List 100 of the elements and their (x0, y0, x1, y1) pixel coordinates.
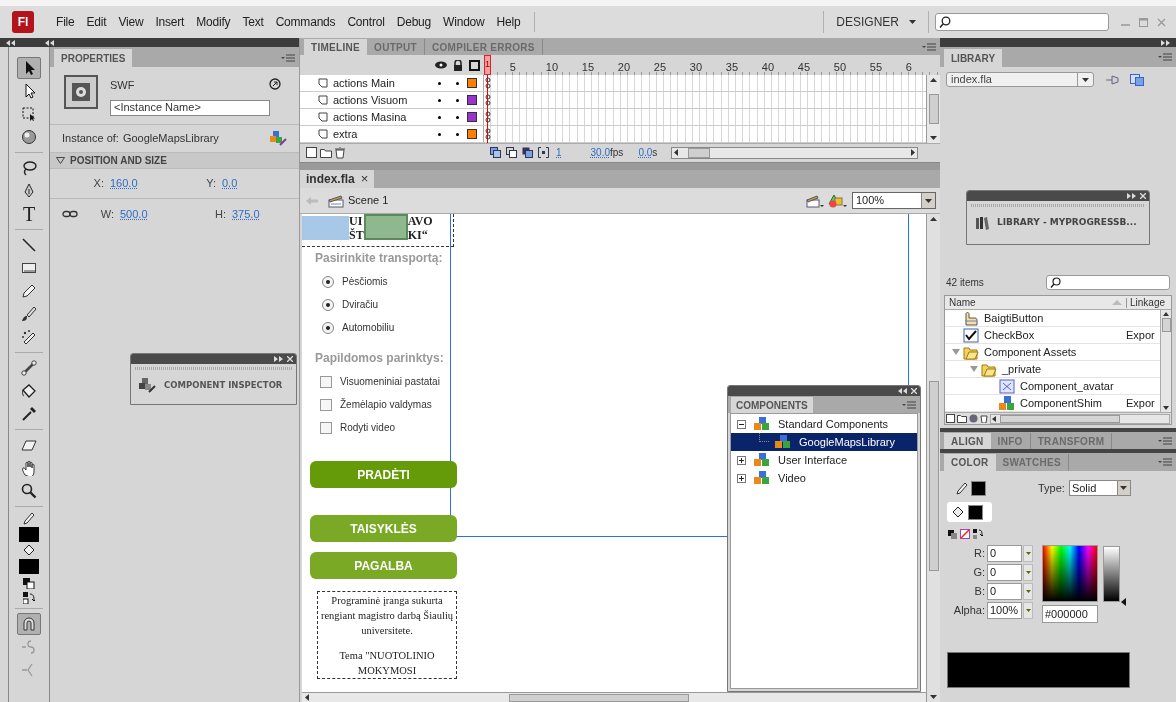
default-colors-icon[interactable] (23, 578, 35, 589)
menu-item[interactable]: Edit (80, 13, 113, 31)
trash-icon[interactable] (980, 414, 988, 423)
library-item-name[interactable]: BaigtiButton (984, 310, 1160, 327)
channel-field[interactable]: 0 (987, 545, 1022, 562)
number-field[interactable]: 0.0 (222, 175, 282, 192)
expanded-triangle-icon[interactable] (952, 349, 960, 355)
scrollbar[interactable] (926, 75, 940, 143)
channel-stepper[interactable] (1023, 602, 1033, 619)
selection-tool[interactable] (17, 57, 41, 79)
radio-button[interactable] (322, 298, 334, 311)
library-item-name[interactable]: ComponentShim (1020, 394, 1126, 412)
layer-color-square[interactable] (467, 112, 477, 122)
hex-field[interactable]: #000000 (1042, 605, 1098, 623)
onion-outline-icon[interactable] (506, 147, 517, 158)
document-tab[interactable]: index.fla × (300, 170, 375, 188)
menu-item[interactable]: Window (437, 13, 491, 31)
channel-stepper[interactable] (1023, 583, 1033, 600)
collapse-box-icon[interactable] (737, 419, 746, 429)
layer-color-square[interactable] (467, 129, 477, 139)
channel-field[interactable]: 100% (987, 602, 1022, 619)
swap-colors-icon[interactable] (973, 529, 983, 539)
horizontal-scrollbar[interactable] (671, 146, 919, 159)
new-library-icon[interactable] (1130, 73, 1144, 86)
cubes-brush-icon[interactable] (269, 130, 287, 147)
radio-button[interactable] (322, 275, 334, 288)
checkbox[interactable] (320, 398, 332, 411)
edit-scene-icon[interactable] (806, 193, 824, 208)
radio-button[interactable] (322, 321, 334, 334)
panel-tab[interactable]: PROPERTIES (54, 49, 133, 67)
menu-item[interactable]: File (50, 13, 81, 31)
menu-item[interactable]: Modify (190, 13, 237, 31)
panel-tab[interactable]: TIMELINE (304, 39, 368, 55)
pin-icon[interactable] (1104, 73, 1120, 86)
fill-color-swatch[interactable] (968, 504, 983, 520)
column-header[interactable]: Linkage (1127, 295, 1171, 310)
type-dropdown[interactable]: Solid (1068, 480, 1131, 496)
menu-item[interactable]: Text (236, 13, 270, 31)
menu-item[interactable]: View (112, 13, 150, 31)
tree-row[interactable]: GoogleMapsLibrary (731, 433, 917, 451)
current-frame[interactable]: 1 (556, 145, 562, 160)
folder-icon[interactable] (320, 147, 332, 158)
scroll-thumb[interactable] (688, 147, 711, 158)
edit-symbol-icon[interactable] (828, 192, 848, 209)
checkbox[interactable] (320, 375, 332, 388)
text-tool[interactable]: T (17, 203, 41, 225)
number-field[interactable]: 500.0 (120, 205, 180, 222)
layer-color-square[interactable] (467, 78, 477, 88)
horizontal-scrollbar[interactable] (990, 413, 1170, 424)
menu-item[interactable]: Control (341, 13, 391, 31)
panel-tab[interactable]: COMPONENTS (731, 397, 813, 413)
checkbox[interactable] (320, 421, 332, 434)
new-layer-icon[interactable] (306, 147, 317, 158)
panel-title[interactable]: COMPONENT INSPECTOR (164, 378, 283, 392)
expand-icon[interactable] (274, 356, 283, 362)
bracket-markers-icon[interactable] (538, 147, 549, 158)
fps-value[interactable]: 30.0 (590, 145, 611, 160)
panel-tab[interactable]: ALIGN (944, 433, 991, 449)
expand-box-icon[interactable] (737, 473, 746, 483)
time-value[interactable]: 0.0 (638, 145, 653, 160)
info-icon[interactable] (969, 414, 978, 423)
channel-field[interactable]: 0 (987, 583, 1022, 600)
menu-item[interactable]: Commands (269, 13, 342, 31)
layer-name[interactable]: actions Masina (333, 108, 438, 126)
scene-name[interactable]: Scene 1 (348, 192, 389, 209)
expand-icon[interactable] (1127, 193, 1136, 199)
library-item-name[interactable]: Component Assets (984, 343, 1160, 361)
color-spectrum[interactable] (1042, 545, 1098, 602)
collapse-icon[interactable] (898, 388, 907, 394)
tree-row[interactable]: User Interface (731, 451, 917, 469)
vertical-scrollbar[interactable] (1160, 310, 1171, 412)
tree-row[interactable]: Standard Components (731, 415, 917, 433)
menu-item[interactable]: Debug (390, 13, 438, 31)
channel-field[interactable]: 0 (987, 564, 1022, 581)
default-colors-icon[interactable] (948, 529, 957, 539)
close-button[interactable]: × (360, 169, 369, 189)
horizontal-scrollbar[interactable] (302, 692, 926, 702)
expand-box-icon[interactable] (737, 455, 746, 465)
layer-name[interactable]: extra (333, 125, 438, 143)
library-item-name[interactable]: _private (1002, 360, 1160, 378)
menu-item[interactable]: Insert (149, 13, 191, 31)
fill-color-swatch[interactable] (19, 559, 39, 574)
layer-name[interactable]: actions Visuom (333, 91, 438, 109)
folder-icon[interactable] (957, 414, 967, 423)
layer-color-square[interactable] (467, 95, 477, 105)
chain-link-icon[interactable] (62, 209, 78, 218)
new-symbol-icon[interactable] (946, 414, 955, 423)
expanded-triangle-icon[interactable] (970, 366, 978, 372)
search-field[interactable] (935, 13, 1109, 31)
trash-icon[interactable] (335, 146, 345, 159)
column-header[interactable]: Name (945, 295, 1112, 310)
panel-tab[interactable]: COLOR (944, 454, 996, 471)
playhead[interactable]: 1 (484, 55, 491, 75)
library-item-name[interactable]: CheckBox (984, 326, 1126, 344)
snap-tool[interactable] (17, 613, 41, 635)
instance-name-field[interactable]: <Instance Name> (110, 99, 270, 116)
layer-name[interactable]: actions Main (333, 74, 438, 92)
slider-pointer-icon[interactable] (1121, 598, 1126, 606)
edit-frames-icon[interactable] (522, 147, 533, 158)
number-field[interactable]: 375.0 (232, 205, 292, 222)
